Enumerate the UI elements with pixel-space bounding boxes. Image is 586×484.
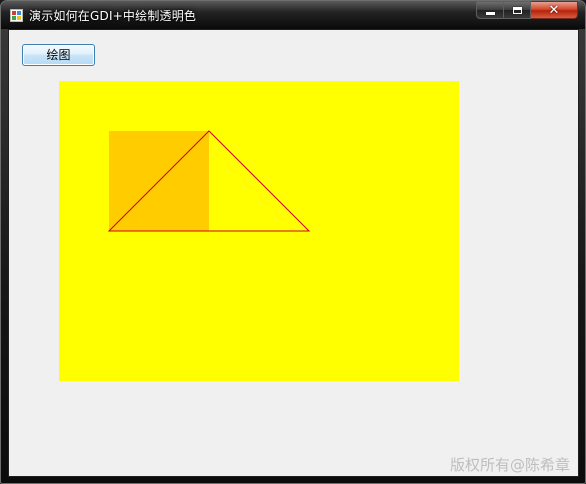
watermark: 版权所有@陈希章 bbox=[449, 456, 570, 474]
close-button[interactable]: ✕ bbox=[531, 1, 578, 19]
minimize-icon bbox=[485, 12, 495, 15]
title-bar[interactable]: 演示如何在GDI+中绘制透明色 ✕ bbox=[1, 1, 585, 29]
client-area: 绘图 版权所有@陈希章 bbox=[8, 29, 579, 477]
maximize-button[interactable] bbox=[504, 1, 531, 19]
drawing-canvas bbox=[59, 81, 459, 381]
caption-buttons: ✕ bbox=[476, 1, 578, 20]
draw-button[interactable]: 绘图 bbox=[22, 44, 95, 66]
minimize-button[interactable] bbox=[476, 1, 504, 19]
window-title: 演示如何在GDI+中绘制透明色 bbox=[29, 9, 197, 23]
maximize-icon bbox=[512, 6, 522, 14]
app-icon[interactable] bbox=[10, 9, 23, 22]
app-window: 演示如何在GDI+中绘制透明色 ✕ 绘图 版权所有@陈希章 bbox=[0, 0, 586, 484]
close-icon: ✕ bbox=[548, 2, 560, 18]
